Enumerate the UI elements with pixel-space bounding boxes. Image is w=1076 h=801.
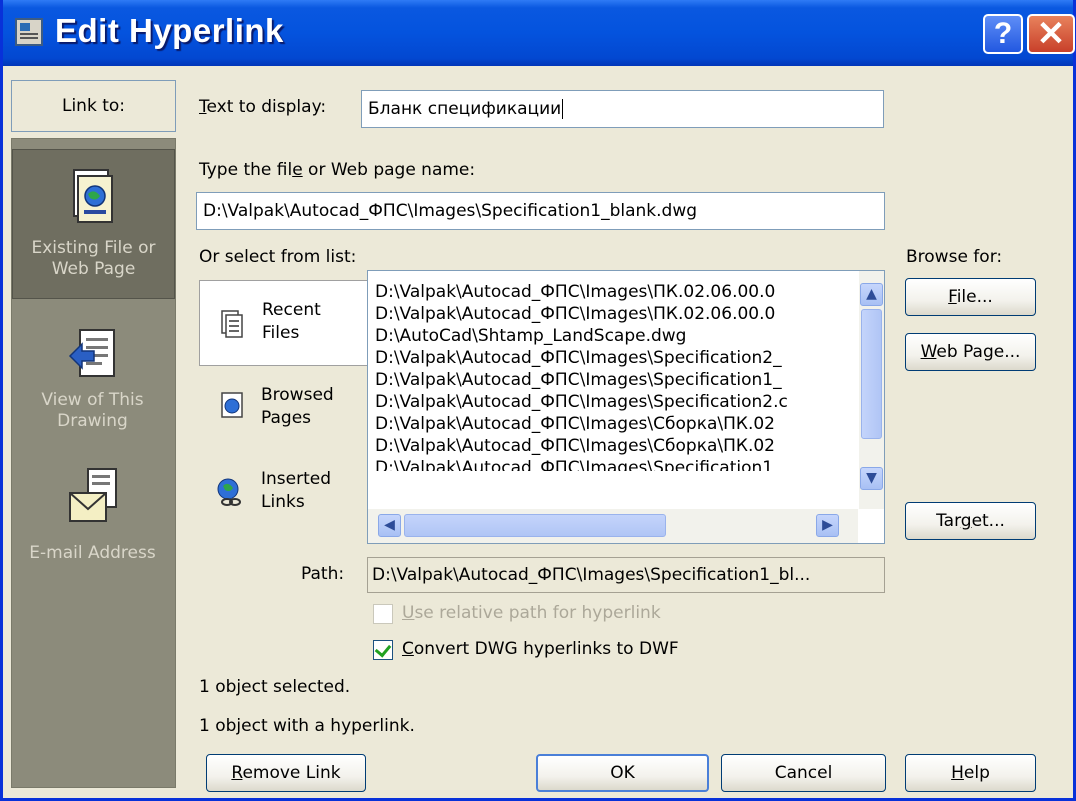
convert-dwg-checkbox[interactable]: [373, 640, 393, 660]
list-item[interactable]: D:\Valpak\Autocad_ФПС\Images\Specificati…: [375, 369, 855, 391]
relative-path-checkbox[interactable]: [373, 604, 393, 624]
ok-button[interactable]: OK: [536, 754, 709, 792]
link-to-panel: Existing File or Web Page View of This D…: [11, 138, 176, 788]
close-button[interactable]: ✕: [1027, 14, 1075, 54]
help-button[interactable]: Help: [905, 754, 1036, 792]
list-item[interactable]: D:\Valpak\Autocad_ФПС\Images\Сборка\ПК.0…: [375, 435, 855, 457]
document-globe-icon: [73, 169, 113, 223]
title-bar[interactable]: Edit Hyperlink ? ✕: [3, 0, 1075, 66]
scroll-left-icon[interactable]: ◀: [378, 514, 401, 537]
list-item[interactable]: D:\AutoCad\Shtamp_LandScape.dwg: [375, 325, 855, 347]
inserted-links-icon: [217, 478, 241, 506]
link-to-email-address[interactable]: E-mail Address: [12, 467, 175, 577]
link-to-view-of-drawing-label: View of This Drawing: [41, 390, 144, 431]
status-selected: 1 object selected.: [199, 677, 351, 697]
list-item[interactable]: D:\Valpak\Autocad_ФПС\Images\ПК.02.06.00…: [375, 281, 855, 303]
relative-path-label: Use relative path for hyperlink: [402, 603, 661, 623]
help-title-button[interactable]: ?: [983, 14, 1023, 54]
list-item[interactable]: D:\Valpak\Autocad_ФПС\Images\Specificati…: [375, 391, 855, 413]
recent-files-list[interactable]: D:\Valpak\Autocad_ФПС\Images\ПК.02.06.00…: [367, 270, 885, 544]
scroll-right-icon[interactable]: ▶: [816, 514, 839, 537]
recent-files-icon: [221, 310, 243, 338]
target-button[interactable]: Target...: [905, 502, 1036, 540]
window-title: Edit Hyperlink: [55, 12, 284, 49]
browse-file-button[interactable]: File...: [905, 278, 1036, 316]
text-to-display-input[interactable]: Бланк спецификации: [361, 90, 884, 128]
cancel-button[interactable]: Cancel: [721, 754, 886, 792]
file-name-input[interactable]: D:\Valpak\Autocad_ФПС\Images\Specificati…: [196, 192, 885, 230]
text-to-display-label: Text to display:: [199, 97, 327, 117]
scroll-up-icon[interactable]: ▲: [860, 283, 883, 306]
browse-web-page-button[interactable]: Web Page...: [905, 333, 1036, 371]
envelope-icon: [69, 468, 117, 522]
link-to-existing-file[interactable]: Existing File or Web Page: [12, 149, 175, 299]
list-item[interactable]: D:\Valpak\Autocad_ФПС\Images\Specificati…: [375, 457, 855, 471]
vertical-scroll-thumb[interactable]: [861, 309, 882, 439]
browsed-pages-icon: [221, 392, 243, 418]
list-item[interactable]: D:\Valpak\Autocad_ФПС\Images\ПК.02.06.00…: [375, 303, 855, 325]
link-to-header: Link to:: [11, 80, 176, 132]
convert-dwg-label: Convert DWG hyperlinks to DWF: [402, 639, 679, 659]
tab-recent-files[interactable]: Recent Files: [199, 280, 367, 366]
drawing-view-icon: [68, 329, 115, 377]
link-to-view-of-drawing[interactable]: View of This Drawing: [12, 324, 175, 454]
link-to-existing-file-label: Existing File or Web Page: [31, 238, 156, 279]
edit-hyperlink-dialog: Edit Hyperlink ? ✕ Link to: Existing Fil…: [0, 0, 1076, 801]
tab-recent-files-label: Recent Files: [262, 300, 321, 343]
horizontal-scroll-thumb[interactable]: [404, 514, 666, 537]
link-to-email-label: E-mail Address: [29, 543, 156, 563]
app-icon: [15, 18, 43, 46]
tab-inserted-links[interactable]: Inserted Links: [199, 456, 367, 542]
select-from-list-label: Or select from list:: [199, 247, 357, 267]
vertical-scrollbar[interactable]: ▲ ▼: [859, 271, 884, 509]
horizontal-scrollbar[interactable]: ◀ ▶: [368, 509, 858, 543]
list-source-tabs: Recent Files Browsed Pages Inserted Link…: [199, 270, 367, 542]
checkmark-icon: [374, 640, 392, 658]
file-name-label: Type the file or Web page name:: [199, 160, 476, 180]
tab-inserted-links-label: Inserted Links: [261, 469, 332, 512]
tab-browsed-pages[interactable]: Browsed Pages: [199, 370, 367, 456]
list-item[interactable]: D:\Valpak\Autocad_ФПС\Images\Specificati…: [375, 347, 855, 369]
browse-for-label: Browse for:: [906, 247, 1003, 267]
status-with-link: 1 object with a hyperlink.: [199, 716, 415, 736]
scroll-down-icon[interactable]: ▼: [860, 467, 883, 490]
remove-link-button[interactable]: Remove Link: [206, 754, 366, 792]
list-item[interactable]: D:\Valpak\Autocad_ФПС\Images\Сборка\ПК.0…: [375, 413, 855, 435]
path-label: Path:: [301, 564, 345, 584]
path-value: D:\Valpak\Autocad_ФПС\Images\Specificati…: [367, 557, 885, 593]
tab-browsed-pages-label: Browsed Pages: [261, 385, 334, 428]
